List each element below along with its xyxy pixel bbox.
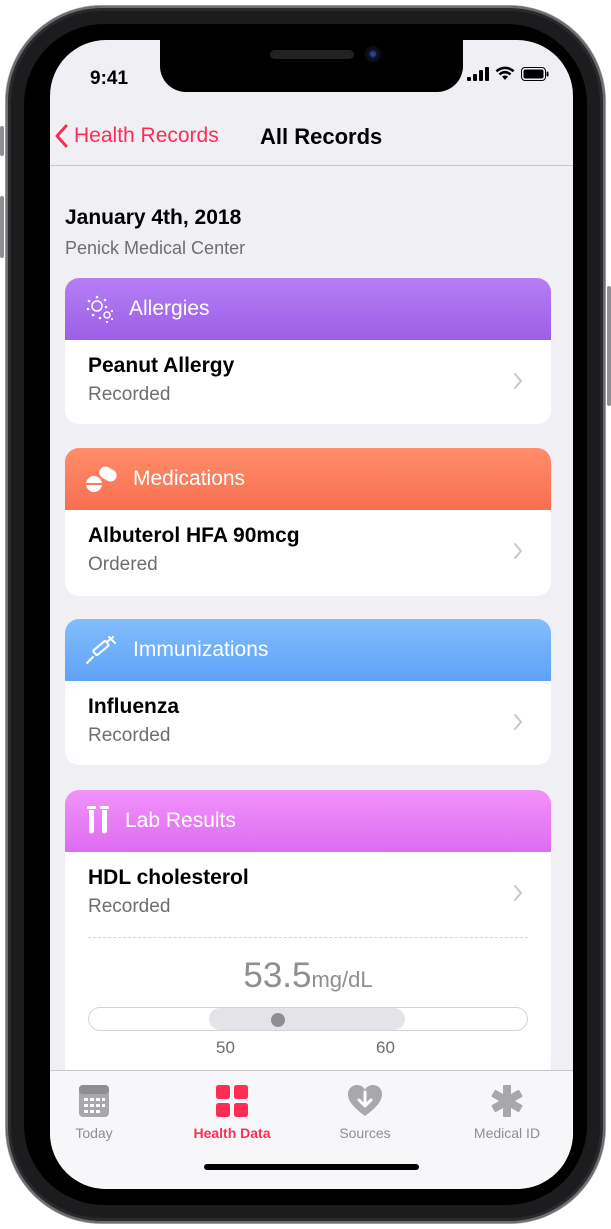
- range-high-label: 60: [376, 1038, 395, 1057]
- lab-result-name: HDL cholesterol: [88, 866, 249, 889]
- chevron-right-icon: [514, 543, 522, 559]
- allergy-row[interactable]: Peanut Allergy Recorded: [65, 340, 551, 424]
- volume-up-button: [0, 196, 4, 258]
- asterisk-icon: [491, 1085, 523, 1117]
- battery-icon: [521, 66, 549, 81]
- allergies-header: Allergies: [65, 278, 551, 340]
- lab-value-marker: [270, 1013, 285, 1027]
- immunization-row[interactable]: Influenza Recorded: [65, 681, 551, 765]
- medication-name: Albuterol HFA 90mcg: [88, 524, 300, 547]
- grid-icon: [216, 1085, 248, 1117]
- home-indicator[interactable]: [204, 1164, 419, 1170]
- lab-results-header: Lab Results: [65, 790, 551, 852]
- chevron-right-icon: [514, 885, 522, 901]
- allergy-status: Recorded: [88, 384, 171, 405]
- immunizations-card: Immunizations Influenza Recorded: [65, 619, 551, 765]
- pills-icon: [86, 466, 117, 492]
- cellular-signal-icon: [467, 66, 489, 81]
- chevron-right-icon: [514, 714, 522, 730]
- lab-value-unit: mg/dL: [311, 967, 373, 992]
- page-title: All Records: [260, 124, 383, 149]
- immunization-status: Recorded: [88, 725, 171, 746]
- allergen-icon: [86, 295, 114, 324]
- heart-download-icon: [348, 1085, 382, 1116]
- lab-value: 53.5mg/dL: [65, 956, 551, 996]
- tab-health-data-label: Health Data: [193, 1125, 271, 1141]
- side-button: [607, 286, 611, 406]
- tab-health-data[interactable]: Health Data: [172, 1083, 292, 1141]
- syringe-icon: [86, 636, 116, 664]
- reference-range-bar: [88, 1007, 528, 1031]
- lab-value-number: 53.5: [243, 956, 312, 995]
- medications-header: Medications: [65, 448, 551, 510]
- allergy-name: Peanut Allergy: [88, 354, 235, 377]
- tab-today-label: Today: [75, 1125, 113, 1141]
- medications-card: Medications Albuterol HFA 90mcg Ordered: [65, 448, 551, 596]
- status-time: 9:41: [90, 68, 129, 89]
- lab-divider: [88, 937, 528, 938]
- allergies-title: Allergies: [129, 297, 210, 320]
- tab-bar: Today Health Data Sources Medical ID: [50, 1070, 573, 1189]
- chevron-left-icon: [55, 124, 68, 148]
- range-low-label: 50: [216, 1038, 235, 1057]
- tab-medical-id-label: Medical ID: [473, 1125, 541, 1141]
- immunization-name: Influenza: [88, 695, 180, 718]
- notch: [160, 40, 463, 92]
- front-camera-icon: [365, 46, 381, 62]
- tab-sources[interactable]: Sources: [305, 1083, 425, 1141]
- lab-result-status: Recorded: [88, 896, 171, 917]
- immunizations-title: Immunizations: [133, 638, 269, 661]
- back-button-label: Health Records: [74, 124, 219, 147]
- medication-status: Ordered: [88, 554, 158, 575]
- speaker-grille: [270, 50, 354, 59]
- chevron-right-icon: [514, 373, 522, 389]
- back-button[interactable]: Health Records: [54, 124, 219, 148]
- tab-today[interactable]: Today: [50, 1083, 154, 1141]
- navigation-bar: Health Records All Records: [50, 110, 573, 166]
- allergies-card: Allergies Peanut Allergy Recorded: [65, 278, 551, 424]
- wifi-icon: [495, 66, 515, 80]
- tab-medical-id[interactable]: Medical ID: [447, 1083, 567, 1141]
- record-date: January 4th, 2018: [65, 206, 242, 229]
- record-source: Penick Medical Center: [65, 238, 246, 258]
- test-tubes-icon: [87, 806, 109, 834]
- status-icons: [467, 66, 549, 81]
- immunizations-header: Immunizations: [65, 619, 551, 681]
- lab-results-card: Lab Results HDL cholesterol Recorded 53.…: [65, 790, 551, 1080]
- reference-range-fill: [209, 1008, 405, 1030]
- lab-result-row[interactable]: HDL cholesterol Recorded: [65, 852, 551, 936]
- calendar-icon: [79, 1085, 109, 1117]
- screen: 9:41 Health Records All Records January …: [50, 40, 573, 1189]
- mute-switch: [0, 126, 4, 156]
- lab-results-title: Lab Results: [125, 809, 236, 832]
- medications-title: Medications: [133, 467, 246, 490]
- medication-row[interactable]: Albuterol HFA 90mcg Ordered: [65, 510, 551, 594]
- tab-sources-label: Sources: [339, 1125, 391, 1141]
